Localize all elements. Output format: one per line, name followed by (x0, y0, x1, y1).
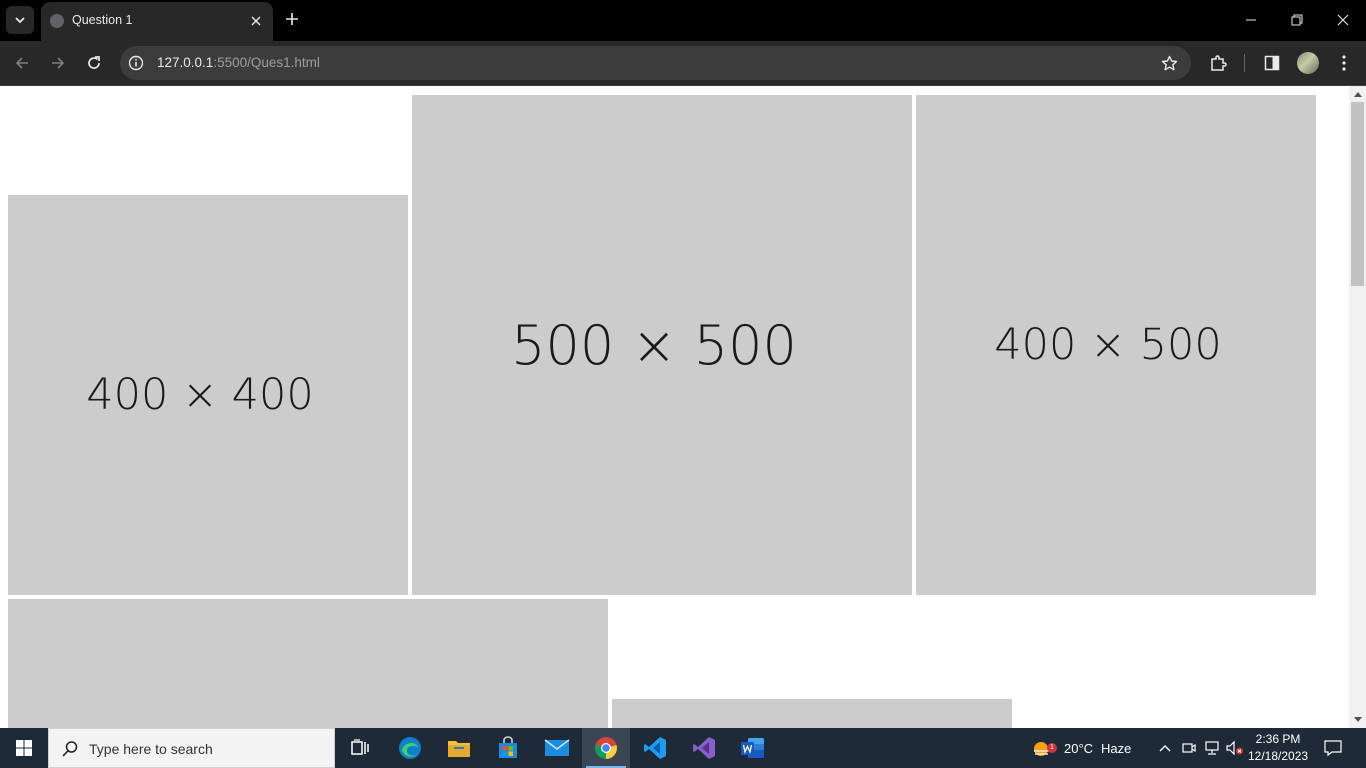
placeholder-label: 400 × 400 (86, 370, 314, 420)
mail-icon (544, 739, 570, 756)
star-icon (1161, 55, 1177, 70)
close-icon (251, 16, 261, 26)
triangle-up-icon (1353, 92, 1362, 97)
notification-icon (1324, 740, 1342, 757)
triangle-down-icon (1353, 717, 1362, 722)
url-path: :5500/Ques1.html (213, 55, 320, 70)
arrow-left-icon (15, 57, 28, 69)
back-button[interactable] (7, 48, 37, 78)
start-button[interactable] (0, 728, 48, 768)
minimize-icon (1246, 19, 1256, 21)
placeholder-label: 500 × 500 (511, 313, 797, 377)
taskbar: Type here to search 1 20°C Haze 2:36 PM … (0, 728, 1366, 768)
address-bar[interactable]: 127.0.0.1:5500/Ques1.html (120, 46, 1191, 80)
restore-icon (1291, 14, 1303, 26)
restore-button[interactable] (1274, 0, 1320, 40)
menu-button[interactable] (1329, 48, 1359, 78)
bookmark-button[interactable] (1157, 51, 1181, 75)
close-window-button[interactable] (1320, 0, 1366, 40)
tab-strip: Question 1 (0, 0, 1366, 41)
search-placeholder: Type here to search (89, 741, 213, 757)
chrome-icon (595, 737, 617, 759)
extensions-button[interactable] (1203, 48, 1233, 78)
chevron-up-icon (1159, 745, 1171, 752)
profile-avatar[interactable] (1297, 52, 1319, 74)
weather-alert-badge: 1 (1047, 743, 1057, 753)
close-icon (1337, 14, 1349, 26)
tray-meet-now-button[interactable] (1179, 738, 1199, 758)
url-host: 127.0.0.1 (157, 55, 214, 70)
reload-button[interactable] (79, 48, 109, 78)
tab-search-button[interactable] (6, 6, 34, 34)
taskbar-app-microsoft-store[interactable] (484, 728, 532, 768)
weather-condition: Haze (1101, 740, 1132, 756)
vscode-icon (644, 737, 666, 759)
chevron-down-icon (15, 17, 25, 24)
tab-title: Question 1 (72, 13, 133, 27)
task-view-button[interactable] (336, 728, 384, 768)
taskbar-app-edge[interactable] (386, 728, 434, 768)
page-viewport: 400 × 400 500 × 500 400 × 500 (0, 86, 1366, 728)
reload-icon (88, 56, 100, 69)
globe-icon (50, 14, 64, 28)
scroll-thumb[interactable] (1351, 102, 1364, 286)
arrow-right-icon (52, 57, 65, 69)
plus-icon (286, 13, 298, 25)
taskbar-app-word[interactable] (729, 728, 777, 768)
taskbar-app-mail[interactable] (533, 728, 581, 768)
taskbar-app-vscode[interactable] (631, 728, 679, 768)
placeholder-image: 400 × 500 (916, 95, 1316, 595)
folder-icon (448, 741, 470, 757)
kebab-menu-icon (1342, 55, 1346, 71)
active-tab[interactable]: Question 1 (41, 2, 273, 41)
tab-close-button[interactable] (246, 11, 266, 31)
scroll-up-button[interactable] (1349, 86, 1366, 102)
network-button[interactable] (1202, 738, 1222, 758)
placeholder-image: 400 × 400 (8, 195, 408, 595)
taskbar-app-chrome[interactable] (582, 728, 630, 768)
visual-studio-icon (693, 737, 715, 759)
placeholder-image (612, 699, 1012, 728)
taskbar-app-file-explorer[interactable] (435, 728, 483, 768)
side-panel-icon (1264, 55, 1280, 71)
scroll-down-button[interactable] (1349, 712, 1366, 728)
volume-muted-icon (1226, 740, 1243, 756)
notification-center-button[interactable] (1318, 728, 1348, 768)
side-panel-button[interactable] (1257, 48, 1287, 78)
word-icon (741, 738, 764, 758)
placeholder-image: 500 × 500 (412, 95, 912, 595)
system-clock[interactable]: 2:36 PM 12/18/2023 (1248, 731, 1308, 765)
screen: Question 1 127.0.0.1:5500/Ques1.html 400… (0, 0, 1366, 768)
windows-logo-icon (16, 740, 32, 756)
search-icon (59, 738, 81, 760)
weather-sun-icon: 1 (1030, 735, 1057, 761)
taskbar-app-visual-studio[interactable] (680, 728, 728, 768)
puzzle-icon (1211, 55, 1227, 71)
site-info-button[interactable] (123, 50, 149, 76)
show-hidden-icons-button[interactable] (1155, 738, 1175, 758)
minimize-button[interactable] (1228, 0, 1274, 40)
info-icon (128, 55, 144, 71)
vertical-scrollbar[interactable] (1349, 86, 1366, 728)
url-text[interactable]: 127.0.0.1:5500/Ques1.html (157, 55, 320, 70)
store-icon (499, 736, 517, 758)
forward-button[interactable] (43, 48, 73, 78)
browser-toolbar: 127.0.0.1:5500/Ques1.html (0, 41, 1366, 86)
camera-icon (1182, 743, 1196, 753)
weather-temperature: 20°C (1064, 740, 1094, 756)
clock-time: 2:36 PM (1255, 732, 1301, 746)
edge-icon (399, 737, 421, 759)
new-tab-button[interactable] (281, 8, 303, 30)
taskbar-search-box[interactable]: Type here to search (48, 728, 335, 768)
weather-widget[interactable]: 1 20°C Haze (1030, 728, 1131, 768)
placeholder-label: 400 × 500 (994, 320, 1222, 370)
volume-button[interactable] (1225, 738, 1245, 758)
clock-date: 12/18/2023 (1248, 749, 1309, 763)
toolbar-divider (1244, 54, 1245, 72)
task-view-icon (351, 739, 369, 755)
network-icon (1205, 741, 1219, 755)
placeholder-image (8, 599, 608, 728)
